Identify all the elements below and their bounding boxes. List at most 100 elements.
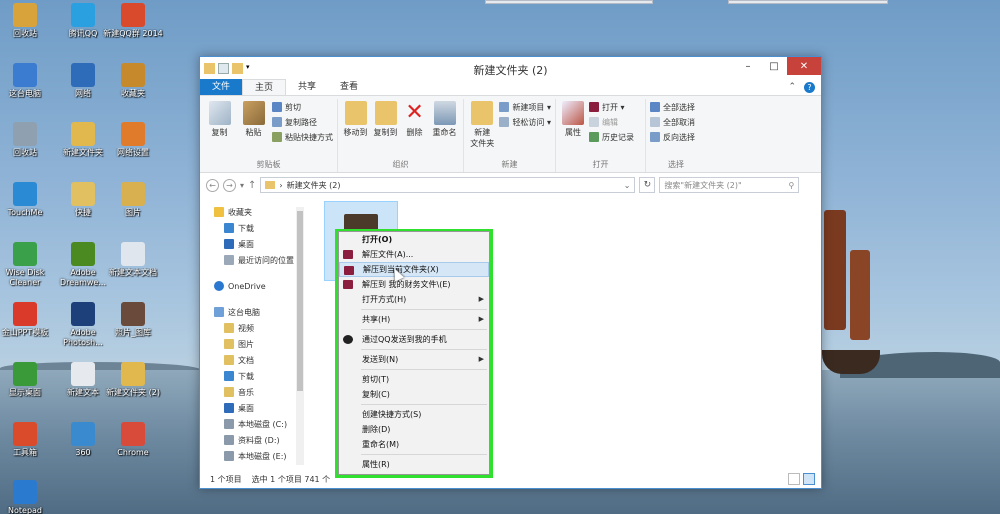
ribbon-expand-icon[interactable]: ⌃ [788, 82, 796, 93]
context-menu-item[interactable]: 打开方式(H) ▶ [339, 292, 489, 307]
desktop-app-icon [71, 182, 95, 206]
desktop-app-icon [121, 422, 145, 446]
nav-item-downloads[interactable]: 下载 [200, 220, 304, 236]
nav-scrollbar[interactable] [296, 207, 304, 465]
invert-selection-button[interactable]: 反向选择 [650, 131, 695, 143]
open-button[interactable]: 打开 ▾ [589, 101, 634, 113]
desktop-icon[interactable]: 照片_图库 [102, 302, 164, 338]
new-folder-icon[interactable] [232, 62, 243, 74]
edit-button[interactable]: 编辑 [589, 116, 634, 128]
breadcrumb[interactable]: 新建文件夹 (2) [287, 180, 341, 191]
cut-button[interactable]: 剪切 [272, 101, 333, 113]
desktop-app-icon [71, 362, 95, 386]
tab-file[interactable]: 文件 [200, 79, 243, 95]
nav-item-videos[interactable]: 视频 [200, 320, 304, 336]
group-label: 打开 [592, 160, 609, 169]
refresh-button[interactable]: ↻ [639, 177, 656, 193]
nav-favorites[interactable]: 收藏夹 [200, 204, 304, 220]
copy-path-button[interactable]: 复制路径 [272, 116, 333, 128]
context-menu-item[interactable]: 复制(C) [339, 387, 489, 402]
context-menu-item[interactable]: 创建快捷方式(S) [339, 407, 489, 422]
nav-item-pictures[interactable]: 图片 [200, 336, 304, 352]
context-menu-item[interactable]: 剪切(T) [339, 372, 489, 387]
desktop-icon[interactable]: 收藏夹 [102, 63, 164, 99]
forward-button[interactable]: → [223, 178, 236, 192]
nav-item-recent[interactable]: 最近访问的位置 [200, 252, 304, 268]
nav-item-downloads-pc[interactable]: 下载 [200, 368, 304, 384]
nav-item-drive-d[interactable]: 资料盘 (D:) [200, 432, 304, 448]
recent-places-icon [224, 255, 234, 265]
qat-dropdown-icon[interactable]: ▾ [246, 63, 252, 74]
menu-separator [361, 349, 487, 350]
desktop-icon[interactable]: 网络设置 [102, 122, 164, 158]
tab-view[interactable]: 查看 [328, 79, 370, 95]
address-dropdown-icon[interactable]: ⌄ [624, 181, 631, 190]
up-button[interactable]: ↑ [248, 180, 256, 191]
tab-share[interactable]: 共享 [286, 79, 328, 95]
context-menu-item[interactable]: 通过QQ发送到我的手机 [339, 332, 489, 347]
desktop-icon [224, 403, 234, 413]
desktop-icon[interactable]: Notepad [0, 480, 56, 514]
nav-item-drive-e[interactable]: 本地磁盘 (E:) [200, 448, 304, 464]
minimize-button[interactable]: – [735, 57, 761, 75]
properties-icon[interactable] [218, 62, 229, 74]
desktop-icon[interactable]: 回收站 [0, 3, 56, 39]
desktop-icon[interactable]: 金山PPT模板 [0, 302, 56, 338]
nav-this-pc[interactable]: 这台电脑 [200, 304, 304, 320]
new-item-button[interactable]: 新建项目 ▾ [499, 101, 551, 113]
desktop-icon-label: 照片_图库 [115, 328, 151, 337]
desktop-icon[interactable]: 工具箱 [0, 422, 56, 458]
desktop-icon[interactable]: 显示桌面 [0, 362, 56, 398]
context-menu-item[interactable]: 解压文件(A)... [339, 247, 489, 262]
context-menu-item[interactable]: 重命名(M) [339, 437, 489, 452]
recent-locations-icon[interactable]: ▾ [240, 181, 244, 190]
help-icon[interactable]: ? [804, 82, 815, 93]
context-menu-label: 通过QQ发送到我的手机 [362, 335, 447, 344]
context-menu-item[interactable]: 打开(O) [339, 232, 489, 247]
desktop-icon[interactable]: 回收站 [0, 122, 56, 158]
desktop-icon[interactable]: 新建QQ群 2014 [102, 3, 164, 39]
select-all-button[interactable]: 全部选择 [650, 101, 695, 113]
winrar-icon [343, 280, 353, 289]
select-none-button[interactable]: 全部取消 [650, 116, 695, 128]
context-menu-item[interactable]: 解压到当前文件夹(X) [339, 262, 489, 277]
desktop-icon[interactable]: 新建文件夹 (2) [102, 362, 164, 398]
desktop-icon[interactable]: 图片 [102, 182, 164, 218]
history-button[interactable]: 历史记录 [589, 131, 634, 143]
desktop-app-icon [121, 242, 145, 266]
nav-item-documents[interactable]: 文档 [200, 352, 304, 368]
nav-item-drive-c[interactable]: 本地磁盘 (C:) [200, 416, 304, 432]
nav-item-music[interactable]: 音乐 [200, 384, 304, 400]
context-menu-item[interactable]: 属性(R) [339, 457, 489, 472]
paste-shortcut-button[interactable]: 粘贴快捷方式 [272, 131, 333, 143]
search-input[interactable]: 搜索"新建文件夹 (2)" ⚲ [659, 177, 800, 193]
group-new: 新建 文件夹 新建项目 ▾ 轻松访问 ▾ 新建 [464, 99, 556, 172]
context-menu-item[interactable]: 共享(H) ▶ [339, 312, 489, 327]
nav-item-desktop-pc[interactable]: 桌面 [200, 400, 304, 416]
nav-item-desktop[interactable]: 桌面 [200, 236, 304, 252]
title-bar[interactable]: ▾ 新建文件夹 (2) – □ ✕ [200, 57, 821, 79]
desktop-icon[interactable]: Chrome [102, 422, 164, 458]
nav-onedrive[interactable]: OneDrive [200, 278, 304, 294]
maximize-button[interactable]: □ [761, 57, 787, 75]
desktop-app-icon [71, 3, 95, 27]
easy-access-button[interactable]: 轻松访问 ▾ [499, 116, 551, 128]
breadcrumb-separator-icon[interactable]: › [279, 181, 282, 190]
delete-x-icon: ✕ [405, 100, 424, 125]
desktop-icon[interactable]: 这台电脑 [0, 63, 56, 99]
context-menu-item[interactable]: 删除(D) [339, 422, 489, 437]
address-bar[interactable]: › 新建文件夹 (2) ⌄ [260, 177, 636, 193]
close-button[interactable]: ✕ [787, 57, 821, 75]
desktop-app-icon [121, 63, 145, 87]
back-button[interactable]: ← [206, 178, 219, 192]
desktop-icon[interactable]: TouchMe [0, 182, 56, 218]
desktop-icon[interactable]: Wise Disk Cleaner [0, 242, 56, 288]
large-icons-view-icon[interactable] [803, 473, 815, 485]
details-view-icon[interactable] [788, 473, 800, 485]
desktop-icon-label: 回收站 [13, 148, 37, 157]
desktop-app-icon [13, 182, 37, 206]
context-menu-item[interactable]: 发送到(N) ▶ [339, 352, 489, 367]
tab-home[interactable]: 主页 [242, 79, 287, 95]
desktop-icon[interactable]: 新建文本文档 [102, 242, 164, 278]
context-menu-item[interactable]: 解压到 我的财务文件\(E) [339, 277, 489, 292]
